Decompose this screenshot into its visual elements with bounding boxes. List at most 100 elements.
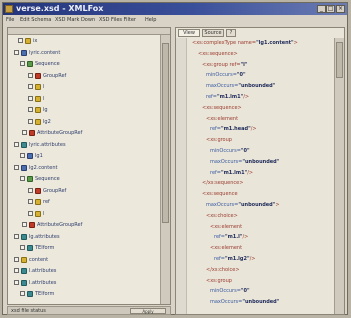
- expand-toggle-icon[interactable]: [28, 210, 33, 216]
- expand-toggle-icon[interactable]: [28, 84, 33, 89]
- expand-toggle-icon[interactable]: [28, 187, 33, 193]
- expand-toggle-icon[interactable]: [18, 38, 23, 43]
- xml-line: <xs:group: [206, 278, 232, 285]
- tree-node[interactable]: ref: [28, 198, 158, 206]
- menu-xsd-mark-down[interactable]: XSD Mark Down: [55, 15, 95, 25]
- expand-toggle-icon[interactable]: [28, 118, 33, 124]
- tree-node[interactable]: l.attributes: [14, 267, 144, 275]
- tree-node[interactable]: TEIform: [20, 244, 150, 252]
- xml-line: </xs:choice>: [206, 267, 240, 274]
- expand-toggle-icon[interactable]: [14, 49, 19, 55]
- xml-line: <xs:group: [206, 137, 232, 144]
- tree-node[interactable]: l.attributes: [14, 279, 144, 287]
- tree-node-label: l.attributes: [29, 268, 57, 274]
- xml-tag: <xs:choice>: [206, 212, 238, 219]
- expand-toggle-icon[interactable]: [14, 141, 19, 147]
- expand-toggle-icon[interactable]: [14, 164, 19, 170]
- tree-node[interactable]: Sequence: [20, 60, 150, 68]
- xml-code-view[interactable]: <xs:complexType name="lg1.content"> <xs:s…: [176, 38, 334, 314]
- tree-node[interactable]: lyric.content: [14, 49, 144, 57]
- expand-toggle-icon[interactable]: [28, 199, 33, 204]
- tree-node[interactable]: lg.attributes: [14, 233, 144, 241]
- tree-node[interactable]: AttributeGroupRef: [22, 221, 152, 229]
- expand-toggle-icon[interactable]: [28, 107, 33, 112]
- tree-node[interactable]: GroupRef: [28, 72, 158, 80]
- expand-toggle-icon[interactable]: [20, 176, 25, 181]
- tree-node[interactable]: ix: [18, 37, 148, 45]
- xml-tag: maxOccurs=: [206, 83, 239, 90]
- element-icon: [35, 84, 41, 90]
- xml-tag-end: />: [247, 169, 254, 176]
- tree-scrollbar[interactable]: [160, 35, 170, 304]
- tree-node[interactable]: l: [28, 83, 158, 91]
- xml-value: "m1.lm1": [216, 94, 244, 100]
- expand-toggle-icon[interactable]: [20, 153, 25, 158]
- expand-toggle-icon[interactable]: [28, 95, 33, 101]
- schema-tree-panel[interactable]: ix lyric.content Sequence GroupRef l l lg lg2 At…: [7, 27, 171, 305]
- xml-tag: ref=: [206, 94, 217, 100]
- tree-node[interactable]: lg1: [20, 152, 150, 160]
- tree-node[interactable]: TEIform: [20, 290, 150, 298]
- expand-toggle-icon[interactable]: [20, 61, 25, 66]
- apply-button[interactable]: Apply: [130, 308, 166, 314]
- xml-tag: <xs:sequence: [202, 191, 238, 198]
- xml-line: ref="m1.head"/>: [210, 126, 257, 133]
- tree-node[interactable]: lg2: [28, 118, 158, 126]
- tree-node-label: Sequence: [35, 176, 60, 182]
- tree-node[interactable]: AttributeGroupRef: [22, 129, 152, 137]
- tree-node-label: l: [43, 95, 45, 102]
- tab-view[interactable]: View: [178, 29, 200, 37]
- xml-line: <xs:element: [210, 245, 242, 252]
- expand-toggle-icon[interactable]: [22, 222, 27, 227]
- maximize-button[interactable]: □: [326, 5, 335, 13]
- expand-toggle-icon[interactable]: [14, 233, 19, 239]
- xml-tag: <xs:complexType name=: [192, 40, 257, 46]
- xml-tag-end: >: [275, 202, 280, 208]
- tree-scroll-thumb[interactable]: [162, 43, 169, 223]
- expand-toggle-icon[interactable]: [14, 279, 19, 285]
- expand-toggle-icon[interactable]: [20, 291, 25, 296]
- attribute-group-icon: [21, 141, 27, 148]
- menu-edit-schema[interactable]: Edit Schema: [20, 15, 51, 25]
- xml-tag: minOccurs=: [210, 288, 241, 295]
- tree-node[interactable]: Sequence: [20, 175, 150, 183]
- minimize-button[interactable]: _: [317, 5, 326, 13]
- tree-node[interactable]: lg2.content: [14, 164, 144, 172]
- tree-node-label: l: [43, 210, 45, 217]
- tree-node[interactable]: l: [28, 95, 158, 103]
- close-button[interactable]: ×: [336, 5, 345, 13]
- element-icon: [35, 95, 41, 102]
- expand-toggle-icon[interactable]: [28, 72, 33, 78]
- app-icon: [5, 5, 13, 13]
- tree-node[interactable]: lg: [28, 106, 158, 114]
- xml-source-panel[interactable]: View Source ? <xs:complexType name="lg1.…: [175, 27, 345, 315]
- tree-node[interactable]: lyric.attributes: [14, 141, 144, 149]
- tab-source[interactable]: Source: [202, 29, 224, 37]
- tab-help[interactable]: ?: [226, 29, 236, 37]
- tree-node[interactable]: l: [28, 210, 158, 218]
- xml-tag: ref=: [210, 169, 221, 176]
- menu-file[interactable]: File: [6, 15, 14, 25]
- attribute-group-icon: [21, 268, 27, 274]
- xml-value: "0": [240, 148, 250, 154]
- xml-scrollbar[interactable]: [334, 38, 344, 314]
- xml-scroll-thumb[interactable]: [336, 42, 343, 78]
- expand-toggle-icon[interactable]: [20, 245, 25, 250]
- xml-line: <xs:complexType name="lg1.content">: [192, 40, 298, 47]
- tree-node[interactable]: GroupRef: [28, 187, 158, 195]
- tree-node-label: l.attributes: [29, 279, 57, 286]
- xml-value: "m1.l": [224, 234, 243, 241]
- group-ref-icon: [35, 187, 41, 194]
- tree-node-label: lg1: [35, 153, 43, 159]
- title-bar[interactable]: verse.xsd - XMLFox _ □ ×: [3, 3, 347, 15]
- xml-line: </xs:sequence>: [202, 180, 243, 187]
- expand-toggle-icon[interactable]: [14, 268, 19, 273]
- expand-toggle-icon[interactable]: [14, 256, 19, 262]
- element-icon: [35, 107, 41, 113]
- xml-tag: <xs:group: [206, 137, 232, 144]
- menu-help[interactable]: Help: [145, 15, 156, 25]
- tree-node[interactable]: content: [14, 256, 144, 264]
- menu-xsd-files-filter[interactable]: XSD Files Filter: [99, 15, 136, 25]
- xml-tag: <xs:sequence>: [202, 104, 242, 111]
- expand-toggle-icon[interactable]: [22, 130, 27, 135]
